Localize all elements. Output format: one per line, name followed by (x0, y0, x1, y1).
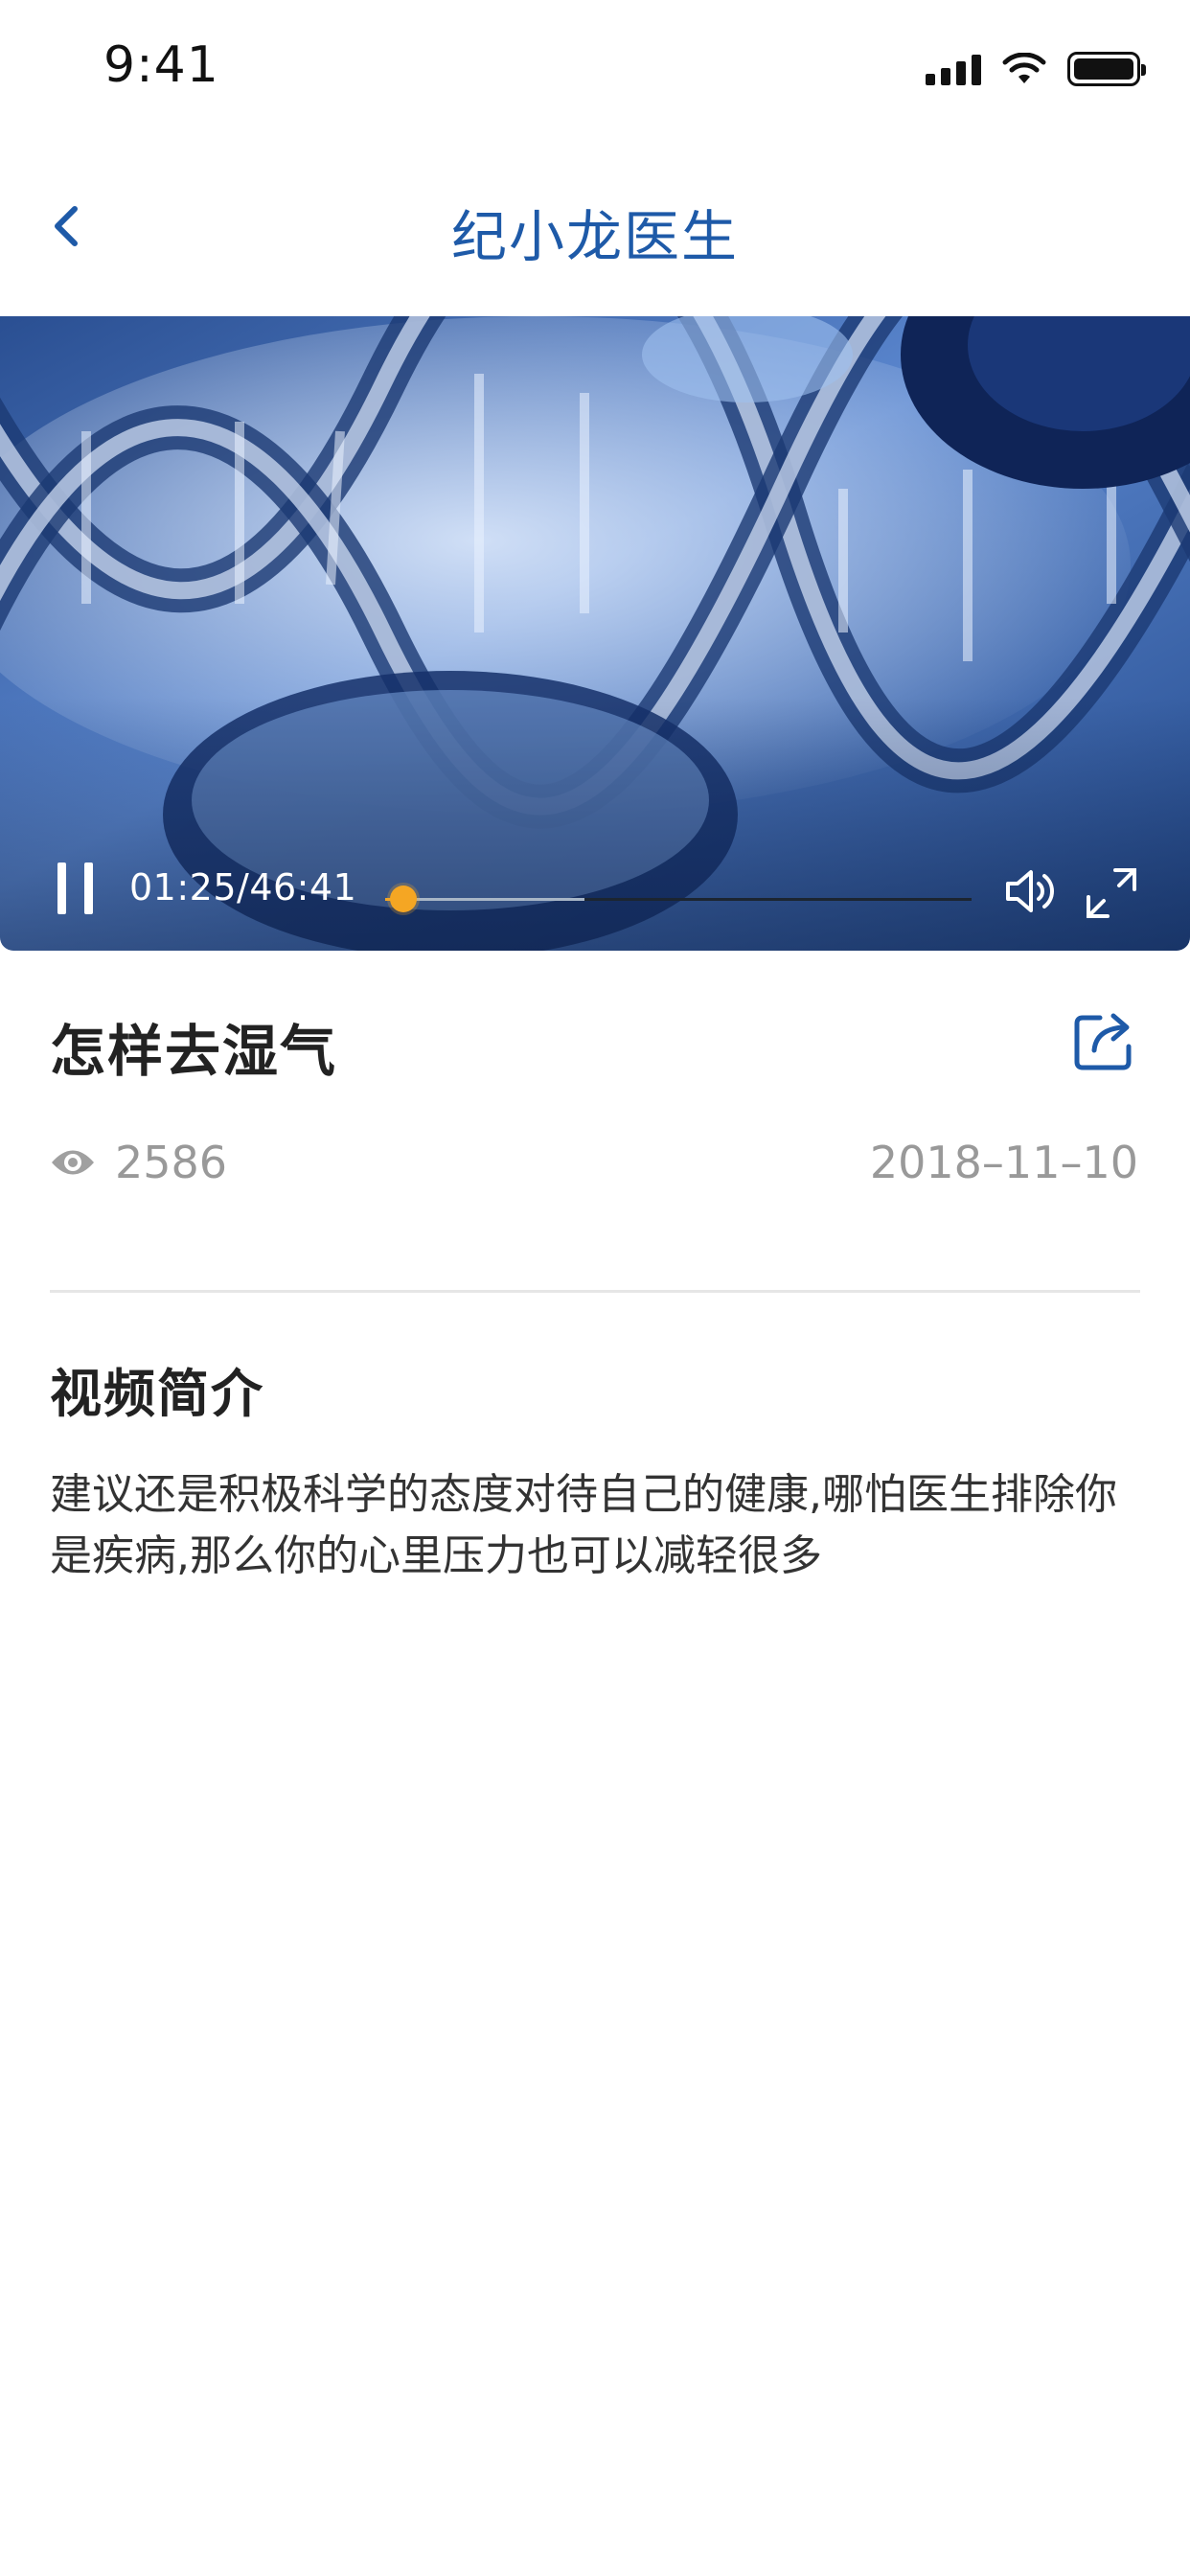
status-icons (926, 50, 1146, 88)
view-count-row: 2586 (50, 1137, 227, 1188)
share-button[interactable] (1071, 1004, 1140, 1073)
pause-button[interactable] (54, 862, 98, 914)
time-readout: 01:25/46:41 (129, 866, 357, 908)
volume-icon (1006, 870, 1054, 912)
status-bar: 9:41 (0, 0, 1190, 134)
eye-icon (52, 1150, 94, 1175)
fullscreen-button[interactable] (1083, 864, 1140, 922)
publish-date: 2018–11–10 (869, 1137, 1138, 1188)
video-controls: 01:25/46:41 (0, 826, 1190, 951)
battery-icon (1067, 52, 1146, 86)
video-player[interactable]: 01:25/46:41 (0, 316, 1190, 951)
page-title: 纪小龙医生 (450, 204, 739, 269)
video-description: 建议还是积极科学的态度对待自己的健康,哪怕医生排除你是疾病,那么你的心里压力也可… (50, 1470, 1117, 1580)
view-count: 2586 (115, 1137, 228, 1188)
wifi-icon (1002, 53, 1046, 83)
progress-track[interactable] (385, 886, 972, 912)
seek-handle[interactable] (389, 886, 417, 912)
divider (50, 1290, 1140, 1293)
section-title: 视频简介 (50, 1364, 264, 1424)
status-time: 9:41 (103, 36, 219, 94)
fullscreen-icon (1087, 868, 1136, 918)
signal-icon (926, 53, 981, 85)
video-title: 怎样去湿气 (50, 1019, 338, 1084)
share-icon (1074, 1013, 1132, 1070)
nav-bar: 纪小龙医生 (0, 134, 1190, 316)
pause-icon (57, 862, 66, 914)
volume-button[interactable] (1002, 864, 1060, 918)
